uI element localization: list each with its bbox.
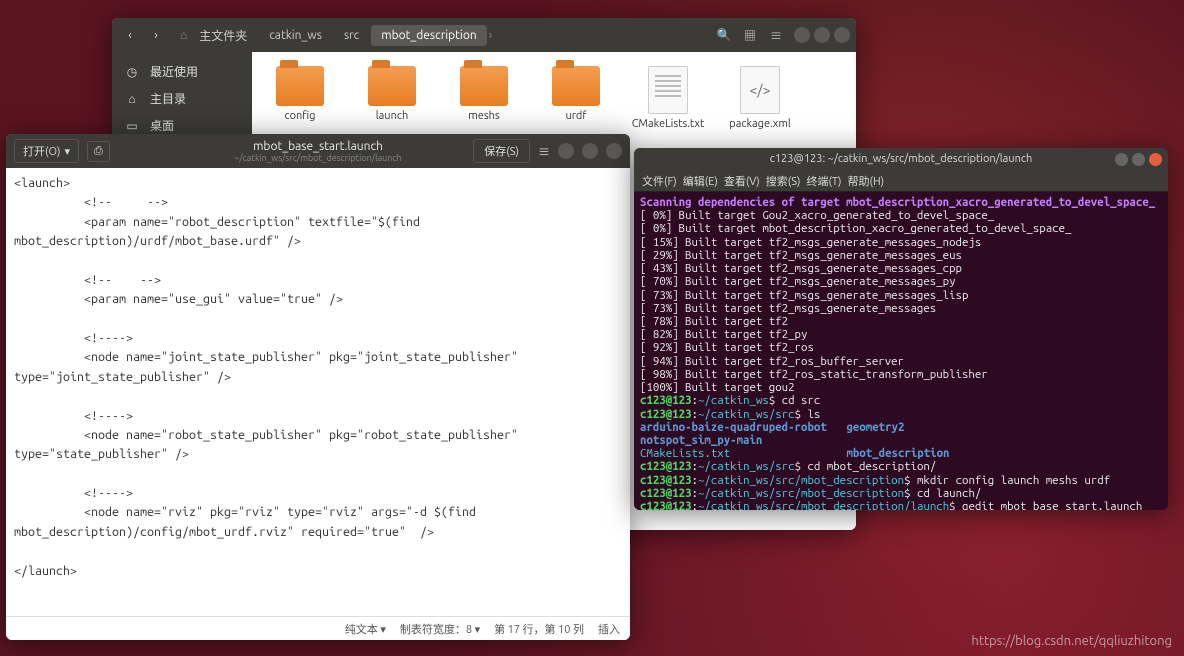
menu-terminal[interactable]: 终端(T) <box>806 173 841 189</box>
nav-forward-button[interactable]: › <box>144 22 168 48</box>
gedit-window: 打开(O) ▾ ⎙ mbot_base_start.launch ~/catki… <box>6 134 630 640</box>
close-button[interactable] <box>834 27 850 43</box>
minimize-button[interactable] <box>558 143 574 159</box>
chevron-down-icon: ▾ <box>64 145 70 158</box>
terminal-menubar: 文件(F) 编辑(E) 查看(V) 搜索(S) 终端(T) 帮助(H) <box>634 170 1168 192</box>
breadcrumb-item[interactable]: src <box>334 25 369 46</box>
chevron-right-icon: › <box>489 29 492 42</box>
save-button[interactable]: 保存(S) <box>473 139 530 163</box>
sidebar-item-recent[interactable]: ◷最近使用 <box>112 58 252 85</box>
menu-view[interactable]: 查看(V) <box>724 173 760 189</box>
hamburger-icon[interactable]: ≡ <box>538 143 550 160</box>
menu-edit[interactable]: 编辑(E) <box>683 173 718 189</box>
home-icon: ⌂ <box>180 28 187 42</box>
terminal-window: c123@123: ~/catkin_ws/src/mbot_descripti… <box>634 148 1168 510</box>
file-package-xml[interactable]: </>package.xml <box>726 66 794 130</box>
file-cmakelists[interactable]: CMakeLists.txt <box>634 66 702 130</box>
folder-icon <box>368 66 416 106</box>
gedit-text-area[interactable]: <launch> <!-- --> <param name="robot_des… <box>6 168 630 616</box>
file-manager-toolbar: ‹ › ⌂ 主文件夹 catkin_ws src mbot_descriptio… <box>112 18 856 52</box>
folder-launch[interactable]: launch <box>358 66 426 122</box>
terminal-titlebar: c123@123: ~/catkin_ws/src/mbot_descripti… <box>634 148 1168 170</box>
menu-file[interactable]: 文件(F) <box>642 173 677 189</box>
menu-icon[interactable]: ≡ <box>764 22 788 48</box>
breadcrumb-item-active[interactable]: mbot_description <box>371 25 486 46</box>
close-button[interactable] <box>1149 153 1162 166</box>
folder-icon <box>460 66 508 106</box>
menu-help[interactable]: 帮助(H) <box>848 173 885 189</box>
syntax-mode-dropdown[interactable]: 纯文本 ▾ <box>345 621 386 637</box>
view-grid-icon[interactable]: ▦ <box>738 22 762 48</box>
breadcrumb-item[interactable]: 主文件夹 <box>189 23 257 48</box>
minimize-button[interactable] <box>794 27 810 43</box>
insert-mode: 插入 <box>598 621 620 637</box>
search-icon[interactable]: 🔍 <box>712 22 736 48</box>
home-icon: ⌂ <box>124 91 140 107</box>
watermark-text: https://blog.csdn.net/qqliuzhitong <box>971 634 1172 648</box>
cursor-position: 第 17 行，第 10 列 <box>494 621 584 637</box>
nav-back-button[interactable]: ‹ <box>118 22 142 48</box>
open-button[interactable]: 打开(O) ▾ <box>14 139 79 163</box>
gedit-title: mbot_base_start.launch <box>234 140 401 153</box>
folder-icon <box>276 66 324 106</box>
folder-meshs[interactable]: meshs <box>450 66 518 122</box>
text-file-icon <box>648 66 688 114</box>
folder-icon <box>552 66 600 106</box>
minimize-button[interactable] <box>1115 153 1128 166</box>
folder-config[interactable]: config <box>266 66 334 122</box>
terminal-output[interactable]: Scanning dependencies of target mbot_des… <box>634 192 1168 510</box>
maximize-button[interactable] <box>814 27 830 43</box>
folder-urdf[interactable]: urdf <box>542 66 610 122</box>
gedit-statusbar: 纯文本 ▾ 制表符宽度：8 ▾ 第 17 行，第 10 列 插入 <box>6 616 630 640</box>
tab-width-dropdown[interactable]: 制表符宽度：8 ▾ <box>400 621 480 637</box>
xml-file-icon: </> <box>740 66 780 114</box>
menu-search[interactable]: 搜索(S) <box>766 173 801 189</box>
new-tab-button[interactable]: ⎙ <box>87 141 110 162</box>
maximize-button[interactable] <box>582 143 598 159</box>
close-button[interactable] <box>606 143 622 159</box>
maximize-button[interactable] <box>1132 153 1145 166</box>
breadcrumb-item[interactable]: catkin_ws <box>259 25 332 46</box>
gedit-subtitle: ~/catkin_ws/src/mbot_description/launch <box>234 153 401 163</box>
sidebar-item-home[interactable]: ⌂主目录 <box>112 85 252 112</box>
gedit-headerbar: 打开(O) ▾ ⎙ mbot_base_start.launch ~/catki… <box>6 134 630 168</box>
desktop-icon: ▭ <box>124 118 140 134</box>
clock-icon: ◷ <box>124 64 140 80</box>
